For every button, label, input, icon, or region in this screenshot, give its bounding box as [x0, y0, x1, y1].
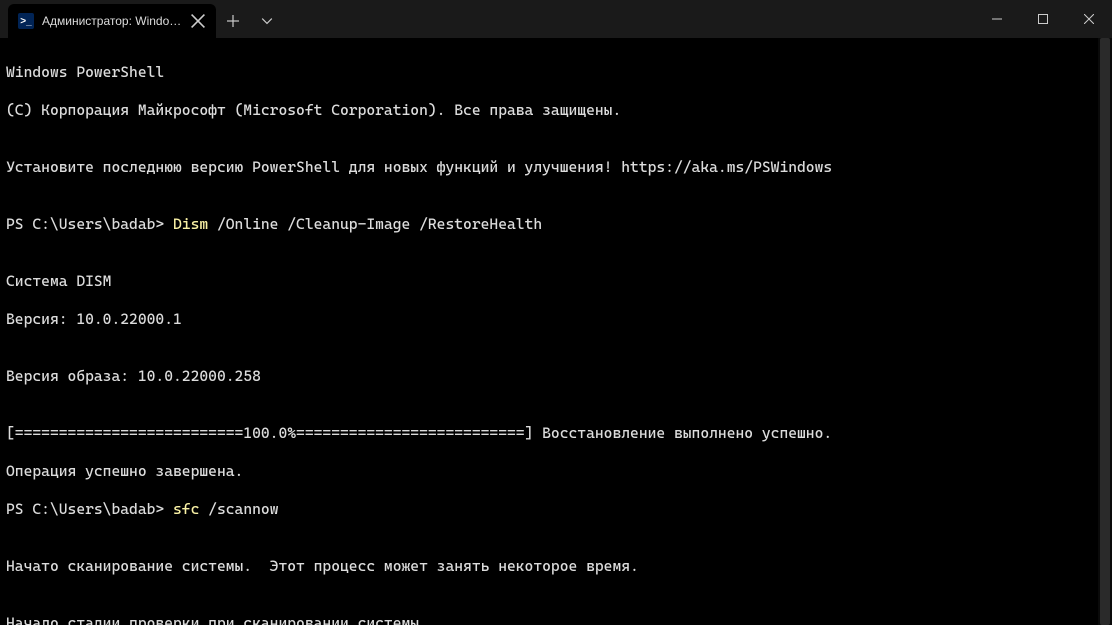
prompt-prefix: PS C:\Users\badab> [6, 215, 173, 233]
command-args: /Online /Cleanup-Image /RestoreHealth [208, 215, 542, 233]
output-line: [==========================100.0%=======… [6, 424, 1106, 443]
output-line: Начало стадии проверки при сканировании … [6, 614, 1106, 625]
window-close-button[interactable] [1066, 0, 1112, 38]
tab-close-button[interactable] [190, 13, 206, 29]
tab-dropdown-button[interactable] [250, 4, 284, 38]
command-name: Dism [173, 215, 208, 233]
output-line: Версия: 10.0.22000.1 [6, 310, 1106, 329]
prompt-line: PS C:\Users\badab> Dism /Online /Cleanup… [6, 215, 1106, 234]
command-args: /scannow [199, 500, 278, 518]
prompt-line: PS C:\Users\badab> sfc /scannow [6, 500, 1106, 519]
close-icon [190, 13, 206, 29]
maximize-icon [1038, 14, 1048, 24]
window-controls [974, 0, 1112, 38]
output-line: Система DISM [6, 272, 1106, 291]
tabs-strip: >_ Администратор: Windows Pow [0, 0, 284, 38]
chevron-down-icon [261, 15, 273, 27]
output-line: Начато сканирование системы. Этот процес… [6, 557, 1106, 576]
titlebar-spacer[interactable] [284, 0, 974, 38]
scrollbar-thumb[interactable] [1100, 38, 1110, 625]
output-line: Windows PowerShell [6, 63, 1106, 82]
output-line: (C) Корпорация Майкрософт (Microsoft Cor… [6, 101, 1106, 120]
terminal-output[interactable]: Windows PowerShell (C) Корпорация Майкро… [0, 38, 1112, 625]
new-tab-button[interactable] [216, 4, 250, 38]
vertical-scrollbar[interactable] [1098, 38, 1112, 625]
output-line: Версия образа: 10.0.22000.258 [6, 367, 1106, 386]
output-line: Установите последнюю версию PowerShell д… [6, 158, 1106, 177]
command-name: sfc [173, 500, 199, 518]
powershell-icon: >_ [18, 13, 34, 29]
output-line: Операция успешно завершена. [6, 462, 1106, 481]
prompt-prefix: PS C:\Users\badab> [6, 500, 173, 518]
tab-title: Администратор: Windows Pow [42, 14, 182, 28]
plus-icon [227, 15, 239, 27]
tab-powershell[interactable]: >_ Администратор: Windows Pow [8, 4, 216, 38]
maximize-button[interactable] [1020, 0, 1066, 38]
terminal-window: >_ Администратор: Windows Pow [0, 0, 1112, 625]
titlebar: >_ Администратор: Windows Pow [0, 0, 1112, 38]
minimize-icon [992, 14, 1002, 24]
close-icon [1084, 14, 1094, 24]
minimize-button[interactable] [974, 0, 1020, 38]
